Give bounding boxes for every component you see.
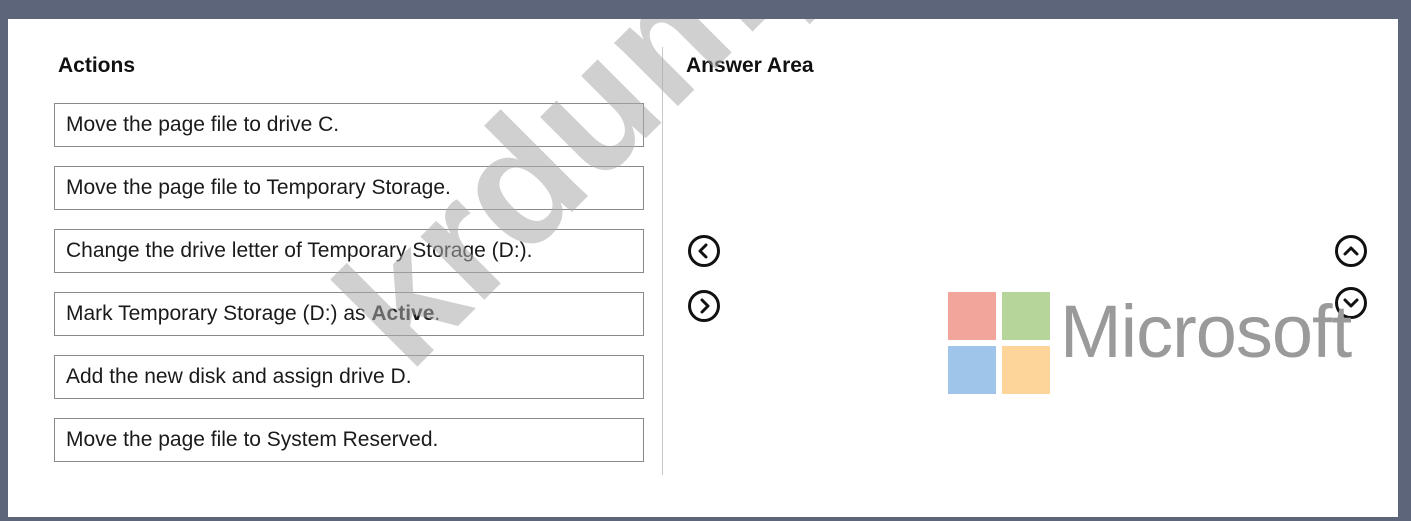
microsoft-logo — [948, 292, 1050, 394]
action-item-mark-active[interactable]: Mark Temporary Storage (D:) as Active. — [54, 292, 644, 336]
action-item-label: Add the new disk and assign drive D. — [66, 365, 412, 388]
chevron-right-icon — [700, 298, 710, 314]
actions-heading: Actions — [58, 54, 136, 77]
action-item-move-page-file-system-reserved[interactable]: Move the page file to System Reserved. — [54, 418, 644, 462]
action-item-change-drive-letter[interactable]: Change the drive letter of Temporary Sto… — [54, 229, 644, 273]
logo-square-yellow — [1002, 346, 1050, 394]
action-item-label-suffix: . — [434, 302, 441, 325]
move-right-button[interactable] — [688, 290, 720, 322]
action-item-label: Move the page file to drive C. — [66, 113, 340, 136]
drag-drop-question-panel: Actions Answer Area Move the page file t… — [8, 19, 1398, 517]
chevron-left-icon — [698, 243, 708, 259]
move-left-button[interactable] — [688, 235, 720, 267]
logo-square-blue — [948, 346, 996, 394]
action-item-add-new-disk[interactable]: Add the new disk and assign drive D. — [54, 355, 644, 399]
logo-square-green — [1002, 292, 1050, 340]
action-item-label-prefix: Mark Temporary Storage (D:) as — [66, 302, 372, 325]
action-item-move-page-file-temporary-storage[interactable]: Move the page file to Temporary Storage. — [54, 166, 644, 210]
action-item-label-bold: Active — [371, 302, 435, 325]
microsoft-logo-text: Microsoft — [1060, 290, 1352, 373]
logo-square-red — [948, 292, 996, 340]
action-item-label: Change the drive letter of Temporary Sto… — [66, 239, 533, 262]
answer-area-heading: Answer Area — [686, 54, 814, 77]
move-up-button[interactable] — [1335, 235, 1367, 267]
action-item-label: Move the page file to Temporary Storage. — [66, 176, 451, 199]
chevron-up-icon — [1343, 246, 1359, 256]
action-item-label: Move the page file to System Reserved. — [66, 428, 439, 451]
divider — [662, 47, 663, 475]
action-item-move-page-file-drive-c[interactable]: Move the page file to drive C. — [54, 103, 644, 147]
